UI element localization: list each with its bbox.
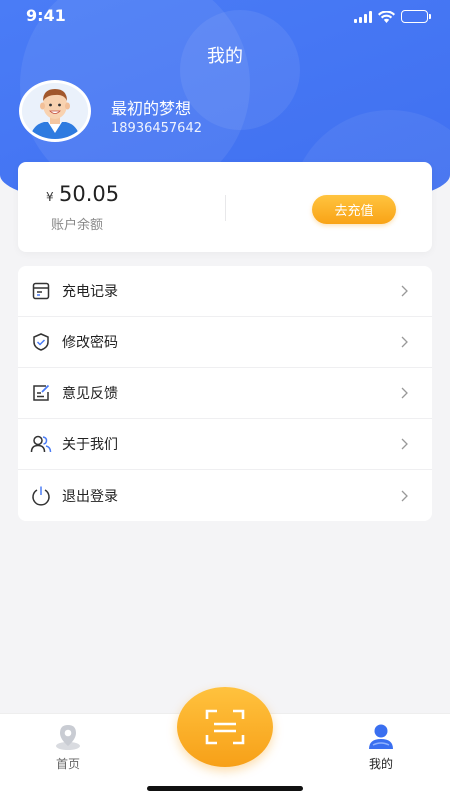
menu-item-label: 关于我们	[62, 437, 118, 453]
location-pin-icon	[56, 725, 80, 750]
menu-item-change-password[interactable]: 修改密码	[18, 317, 432, 368]
menu-item-label: 退出登录	[62, 488, 118, 505]
user-icon	[369, 724, 393, 749]
user-phone: 18936457642	[111, 121, 202, 136]
menu-item-label: 充电记录	[62, 284, 118, 300]
status-icons	[354, 10, 431, 23]
menu-item-logout[interactable]: 退出登录	[18, 470, 432, 521]
balance-amount: 50.05	[59, 182, 120, 206]
scan-icon	[205, 709, 245, 745]
signal-icon	[354, 10, 372, 23]
chevron-right-icon	[401, 336, 408, 348]
battery-icon	[401, 10, 431, 23]
balance-label: 账户余额	[51, 218, 104, 233]
chevron-right-icon	[401, 285, 408, 297]
wifi-icon	[378, 10, 395, 23]
power-icon	[30, 485, 52, 507]
scan-button[interactable]	[177, 687, 273, 767]
menu-item-label: 意见反馈	[62, 386, 118, 402]
feedback-edit-icon	[30, 382, 52, 404]
wallet-card: ¥ 50.05 账户余额 去充值	[18, 162, 432, 252]
chevron-right-icon	[401, 438, 408, 450]
currency-symbol: ¥	[46, 190, 54, 204]
status-time: 9:41	[26, 6, 66, 25]
divider	[225, 195, 226, 221]
chevron-right-icon	[401, 490, 408, 501]
charging-record-icon	[30, 280, 52, 302]
settings-menu: 充电记录 修改密码 意见反馈 关于我们 退出登录	[18, 266, 432, 521]
tab-label: 首页	[55, 757, 80, 771]
users-icon	[30, 433, 52, 455]
avatar-face-icon	[22, 83, 88, 139]
recharge-button[interactable]: 去充值	[312, 195, 396, 224]
menu-item-label: 修改密码	[62, 335, 118, 351]
page-title: 我的	[207, 46, 243, 67]
status-bar: 9:41	[0, 0, 450, 32]
tab-mine[interactable]: 我的	[351, 722, 411, 772]
chevron-right-icon	[401, 387, 408, 399]
menu-item-about-us[interactable]: 关于我们	[18, 419, 432, 470]
user-nickname: 最初的梦想	[111, 99, 192, 118]
tab-label: 我的	[368, 757, 393, 771]
menu-item-feedback[interactable]: 意见反馈	[18, 368, 432, 419]
menu-item-charging-record[interactable]: 充电记录	[18, 266, 432, 317]
home-indicator	[147, 786, 303, 791]
tab-home[interactable]: 首页	[38, 722, 98, 772]
avatar[interactable]	[19, 80, 91, 142]
shield-check-icon	[30, 331, 52, 353]
